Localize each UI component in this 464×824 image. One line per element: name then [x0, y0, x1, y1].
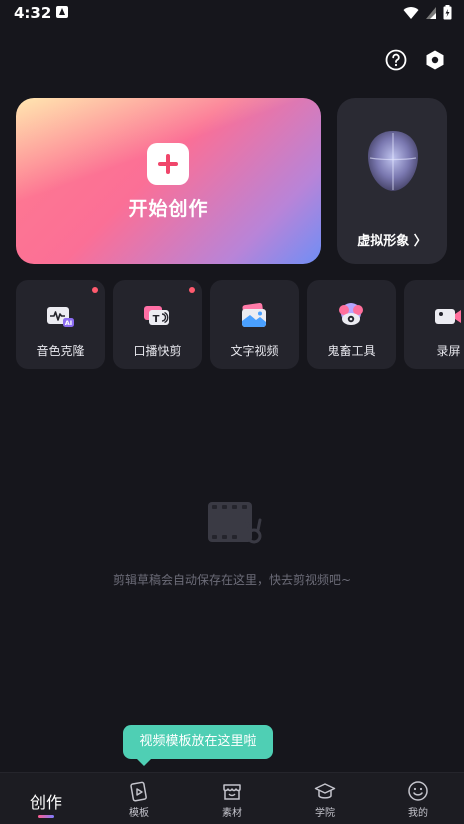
nav-materials[interactable]: 素材 — [186, 773, 278, 824]
nav-create[interactable]: 创作 — [0, 773, 92, 824]
status-bar: 4:32 — [0, 0, 464, 26]
template-tooltip[interactable]: 视频模板放在这里啦 — [123, 725, 273, 766]
virtual-avatar-card[interactable]: 虚拟形象 〉 — [337, 98, 447, 264]
empty-drafts-film-icon — [208, 502, 262, 544]
battery-icon — [443, 5, 452, 20]
nav-academy[interactable]: 学院 — [279, 773, 371, 824]
nav-label: 素材 — [222, 808, 242, 819]
tool-label: 口播快剪 — [133, 344, 182, 358]
active-indicator — [38, 815, 54, 818]
svg-text:T: T — [153, 314, 160, 325]
nav-label: 我的 — [408, 808, 428, 819]
settings-icon[interactable] — [423, 48, 447, 72]
empty-drafts-text: 剪辑草稿会自动保存在这里，快去剪视频吧~ — [112, 573, 352, 587]
avatar-mask-icon — [368, 131, 418, 191]
nav-label: 学院 — [315, 808, 335, 819]
talking-cut-icon: T — [144, 306, 169, 325]
smiley-profile-icon — [408, 781, 428, 801]
voice-clone-icon: AI — [47, 307, 74, 327]
screen: 4:32 开始创作 虚拟形象 〉 AI 音色克隆 T 口播快剪 文字视频 鬼畜工… — [0, 0, 464, 824]
start-creating-label: 开始创作 — [128, 198, 209, 220]
new-dot-badge — [92, 287, 98, 293]
store-icon — [223, 784, 241, 800]
nav-templates[interactable]: 模板 — [93, 773, 185, 824]
tool-label: 音色克隆 — [36, 344, 85, 358]
tool-text-video[interactable]: 文字视频 — [210, 280, 299, 369]
nav-profile[interactable]: 我的 — [372, 773, 464, 824]
remix-tool-icon — [339, 303, 363, 325]
tool-talking-cut[interactable]: T 口播快剪 — [113, 280, 202, 369]
wifi-icon — [403, 6, 419, 19]
help-icon[interactable] — [384, 48, 408, 72]
status-time: 4:32 — [14, 4, 52, 22]
status-indicators — [403, 5, 452, 20]
signal-icon — [426, 6, 436, 19]
tool-label: 鬼畜工具 — [327, 344, 376, 358]
text-video-icon — [242, 302, 266, 327]
start-creating-card[interactable]: 开始创作 — [16, 98, 321, 264]
tool-label: 录屏 — [436, 344, 461, 358]
plus-icon — [147, 143, 189, 185]
nav-label: 创作 — [29, 793, 62, 812]
new-dot-badge — [189, 287, 195, 293]
template-icon — [130, 781, 147, 802]
graduation-cap-icon — [314, 783, 336, 799]
notification-icon — [56, 6, 68, 18]
svg-text:AI: AI — [65, 319, 72, 327]
tool-voice-clone[interactable]: AI 音色克隆 — [16, 280, 105, 369]
tool-label: 文字视频 — [230, 344, 279, 358]
nav-label: 模板 — [129, 808, 149, 819]
tool-remix[interactable]: 鬼畜工具 — [307, 280, 396, 369]
tools-row: AI 音色克隆 T 口播快剪 文字视频 鬼畜工具 录屏 — [16, 280, 464, 370]
screen-record-icon — [435, 309, 461, 324]
tool-screen-record[interactable]: 录屏 — [404, 280, 464, 369]
virtual-avatar-label: 虚拟形象 〉 — [357, 234, 427, 249]
bottom-nav: 创作 模板 素材 学院 我的 — [0, 772, 464, 824]
